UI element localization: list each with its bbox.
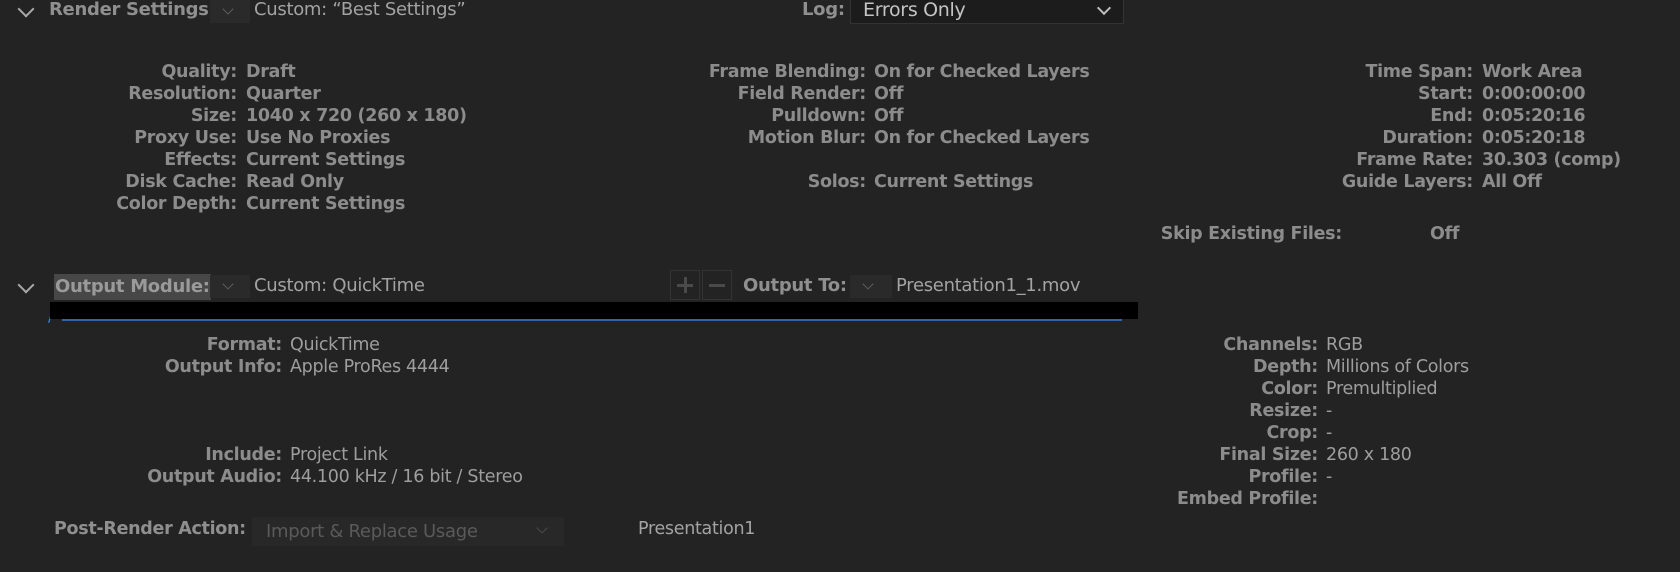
setting-row[interactable]: End: 0:05:20:16 [0, 105, 1585, 127]
setting-value: Millions of Colors [1326, 357, 1469, 377]
log-label: Log: [802, 0, 845, 20]
setting-row[interactable]: Embed Profile: [0, 488, 1318, 510]
chevron-down-icon [1096, 0, 1112, 16]
setting-label: Duration: [1382, 128, 1473, 148]
post-render-action-dropdown[interactable]: Import & Replace Usage [252, 517, 564, 546]
setting-label: Profile: [1248, 467, 1318, 487]
render-settings-preset-dropdown[interactable] [210, 0, 250, 23]
chevron-down-icon [862, 278, 874, 290]
setting-value: All Off [1482, 172, 1542, 192]
setting-label: Start: [1418, 84, 1473, 104]
setting-row[interactable]: Duration: 0:05:20:18 [0, 127, 1585, 149]
output-file-link[interactable]: Presentation1_1.mov [896, 274, 1080, 297]
setting-value: - [1326, 401, 1333, 421]
output-module-link[interactable]: Custom: QuickTime [254, 274, 425, 297]
output-module-title: Output Module: [54, 274, 211, 300]
setting-value: 0:05:20:18 [1482, 128, 1586, 148]
setting-label: Guide Layers: [1341, 172, 1473, 192]
setting-label: Final Size: [1219, 445, 1318, 465]
setting-label: Embed Profile: [1177, 489, 1318, 509]
log-value: Errors Only [863, 0, 966, 21]
setting-value: Work Area [1482, 62, 1583, 82]
log-dropdown[interactable]: Errors Only [850, 0, 1124, 24]
setting-label: Time Span: [1365, 62, 1473, 82]
setting-row[interactable]: Frame Rate: 30.303 (comp) [0, 149, 1621, 171]
setting-label: Color: [1261, 379, 1318, 399]
setting-row[interactable]: Time Span: Work Area [0, 61, 1582, 83]
post-render-action-label: Post-Render Action: [54, 519, 246, 539]
setting-label: Crop: [1266, 423, 1318, 443]
setting-label: Depth: [1253, 357, 1318, 377]
setting-value: RGB [1326, 335, 1363, 355]
setting-value: - [1326, 423, 1333, 443]
output-module-preset-dropdown[interactable] [210, 275, 250, 298]
setting-label: Channels: [1223, 335, 1318, 355]
collapse-render-settings-icon[interactable] [17, 0, 35, 18]
setting-row[interactable]: Guide Layers: All Off [0, 171, 1542, 193]
chevron-down-icon [222, 278, 234, 290]
redaction-bar [50, 302, 1138, 319]
render-settings-title: Render Settings: [49, 0, 216, 20]
setting-row[interactable]: Color: Premultiplied [0, 378, 1437, 400]
chevron-down-icon [222, 3, 234, 15]
setting-value: 0:05:20:16 [1482, 106, 1586, 126]
setting-label: Frame Rate: [1356, 150, 1473, 170]
output-to-label: Output To: [743, 275, 847, 296]
setting-row[interactable]: Color Depth: Current Settings [0, 193, 405, 215]
remove-output-module-button[interactable] [702, 270, 732, 300]
skip-existing-files-value: Off [1430, 224, 1460, 244]
setting-value: Premultiplied [1326, 379, 1438, 399]
skip-existing-files-label: Skip Existing Files: [1160, 224, 1343, 244]
setting-label: Resize: [1249, 401, 1318, 421]
chevron-down-icon [536, 522, 548, 534]
output-to-dropdown[interactable] [850, 275, 892, 298]
setting-row[interactable]: Profile: - [0, 466, 1332, 488]
setting-value: 260 x 180 [1326, 445, 1412, 465]
setting-row[interactable]: Crop: - [0, 422, 1332, 444]
setting-label: Color Depth: [116, 194, 237, 214]
minus-icon [709, 284, 725, 287]
setting-value: Current Settings [246, 194, 406, 214]
setting-row[interactable]: Depth: Millions of Colors [0, 356, 1469, 378]
post-render-action-value: Import & Replace Usage [266, 521, 478, 542]
setting-row[interactable]: Final Size: 260 x 180 [0, 444, 1412, 466]
setting-label: End: [1430, 106, 1473, 126]
render-settings-link[interactable]: Custom: “Best Settings” [254, 0, 466, 20]
setting-value: - [1326, 467, 1333, 487]
setting-value: 0:00:00:00 [1482, 84, 1586, 104]
post-render-target: Presentation1 [638, 519, 756, 539]
add-output-module-button[interactable] [670, 270, 700, 300]
setting-row[interactable]: Resize: - [0, 400, 1332, 422]
collapse-output-module-icon[interactable] [17, 276, 35, 294]
setting-value: 30.303 (comp) [1482, 150, 1621, 170]
setting-row[interactable]: Start: 0:00:00:00 [0, 83, 1586, 105]
setting-row[interactable]: Channels: RGB [0, 334, 1363, 356]
skip-existing-files-row[interactable]: Skip Existing Files: Off [0, 223, 1460, 245]
